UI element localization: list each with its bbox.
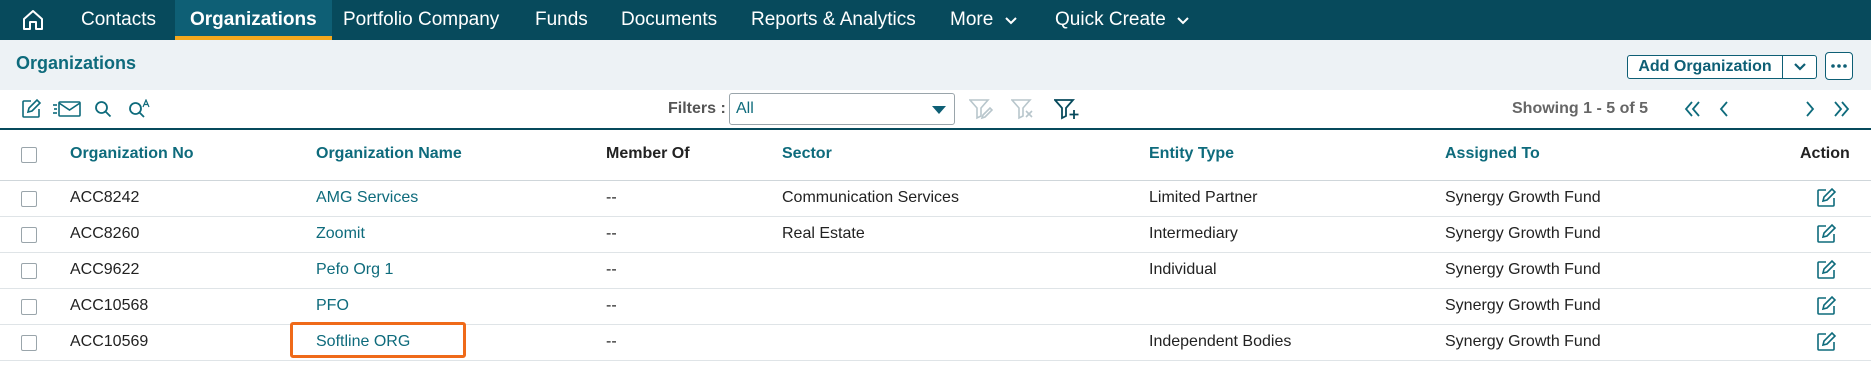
page-header: Organizations [0,40,1871,90]
highlight-box [290,322,466,358]
previous-page-icon[interactable] [1718,98,1730,120]
row-checkbox[interactable] [21,191,37,207]
cell-entity-type: Intermediary [1149,225,1238,242]
mail-icon[interactable] [52,98,82,120]
advanced-search-icon[interactable] [128,98,152,120]
table-row: ACC8242 AMG Services -- Communication Se… [0,180,1871,217]
chevron-down-icon [1004,0,1017,40]
home-icon[interactable] [14,7,52,33]
cell-organization-no: ACC10569 [70,333,149,350]
chevron-down-icon [1793,63,1806,71]
cell-member-of: -- [606,297,617,314]
table-header: Organization No Organization Name Member… [0,130,1871,181]
next-page-icon[interactable] [1804,98,1816,120]
last-page-icon[interactable] [1832,98,1850,120]
cell-entity-type: Independent Bodies [1149,333,1292,350]
table-row: ACC10569 Softline ORG -- Independent Bod… [0,324,1871,361]
ellipsis-icon [1831,64,1847,68]
cell-sector: Real Estate [782,225,865,242]
cell-organization-name-link[interactable]: Pefo Org 1 [316,261,393,279]
cell-organization-name-link[interactable]: Zoomit [316,225,365,243]
cell-sector: Communication Services [782,189,959,206]
cell-entity-type: Individual [1149,261,1217,278]
chevron-down-icon [1177,0,1189,40]
pagination-summary: Showing 1 - 5 of 5 [1512,100,1649,117]
cell-organization-no: ACC9622 [70,261,140,278]
row-checkbox[interactable] [21,263,37,279]
row-checkbox[interactable] [21,335,37,351]
select-all-checkbox[interactable] [21,147,37,163]
column-header-organization-no[interactable]: Organization No [70,145,194,163]
table-row: ACC9622 Pefo Org 1 -- Individual Synergy… [0,252,1871,289]
cell-assigned-to: Synergy Growth Fund [1445,261,1601,278]
cell-organization-no: ACC10568 [70,297,149,314]
filter-clear-icon[interactable] [1011,98,1035,120]
cell-member-of: -- [606,225,617,242]
top-nav: Contacts Organizations Portfolio Company… [0,0,1871,40]
more-actions-button[interactable] [1825,52,1853,80]
filters-selected-value: All [736,100,754,117]
column-header-entity-type[interactable]: Entity Type [1149,145,1234,163]
cell-member-of: -- [606,189,617,206]
nav-item-reports-analytics[interactable]: Reports & Analytics [751,0,916,40]
row-checkbox[interactable] [21,299,37,315]
cell-organization-no: ACC8242 [70,189,140,206]
search-icon[interactable] [94,98,112,120]
page-title: Organizations [16,53,137,73]
row-checkbox[interactable] [21,227,37,243]
filter-edit-icon[interactable] [969,98,993,120]
cell-assigned-to: Synergy Growth Fund [1445,189,1601,206]
table-row: ACC10568 PFO -- Synergy Growth Fund [0,288,1871,325]
list-toolbar: Filters : All Showing 1 - 5 of 5 [0,90,1871,130]
caret-down-icon [932,106,946,114]
cell-entity-type: Limited Partner [1149,189,1258,206]
cell-assigned-to: Synergy Growth Fund [1445,297,1601,314]
column-header-action: Action [1800,145,1850,162]
nav-item-documents[interactable]: Documents [621,0,717,40]
cell-organization-name-link[interactable]: AMG Services [316,189,418,207]
cell-organization-name-link[interactable]: PFO [316,297,349,315]
cell-member-of: -- [606,261,617,278]
nav-item-organizations[interactable]: Organizations [175,0,332,40]
column-header-organization-name[interactable]: Organization Name [316,145,462,163]
cell-member-of: -- [606,333,617,350]
filters-dropdown[interactable]: All [729,93,955,125]
edit-icon[interactable] [1815,187,1837,214]
nav-item-more[interactable]: More [950,0,1017,40]
add-organization-button[interactable]: Add Organization [1628,56,1783,78]
add-organization-dropdown[interactable] [1783,56,1816,78]
filters-label: Filters : [668,100,726,117]
nav-item-quick-create[interactable]: Quick Create [1055,0,1189,40]
nav-item-portfolio-company[interactable]: Portfolio Company [343,0,499,40]
cell-assigned-to: Synergy Growth Fund [1445,333,1601,350]
cell-assigned-to: Synergy Growth Fund [1445,225,1601,242]
table-row: ACC8260 Zoomit -- Real Estate Intermedia… [0,216,1871,253]
nav-item-funds[interactable]: Funds [535,0,588,40]
edit-icon[interactable] [1815,331,1837,358]
cell-organization-no: ACC8260 [70,225,140,242]
edit-icon[interactable] [1815,295,1837,322]
add-organization-button-group: Add Organization [1627,55,1817,79]
edit-icon[interactable] [1815,259,1837,286]
column-header-member-of: Member Of [606,145,690,162]
nav-item-contacts[interactable]: Contacts [67,0,170,40]
column-header-assigned-to[interactable]: Assigned To [1445,145,1540,163]
first-page-icon[interactable] [1684,98,1702,120]
edit-icon[interactable] [1815,223,1837,250]
edit-icon[interactable] [20,98,42,120]
column-header-sector[interactable]: Sector [782,145,832,163]
filter-add-icon[interactable] [1054,98,1080,120]
